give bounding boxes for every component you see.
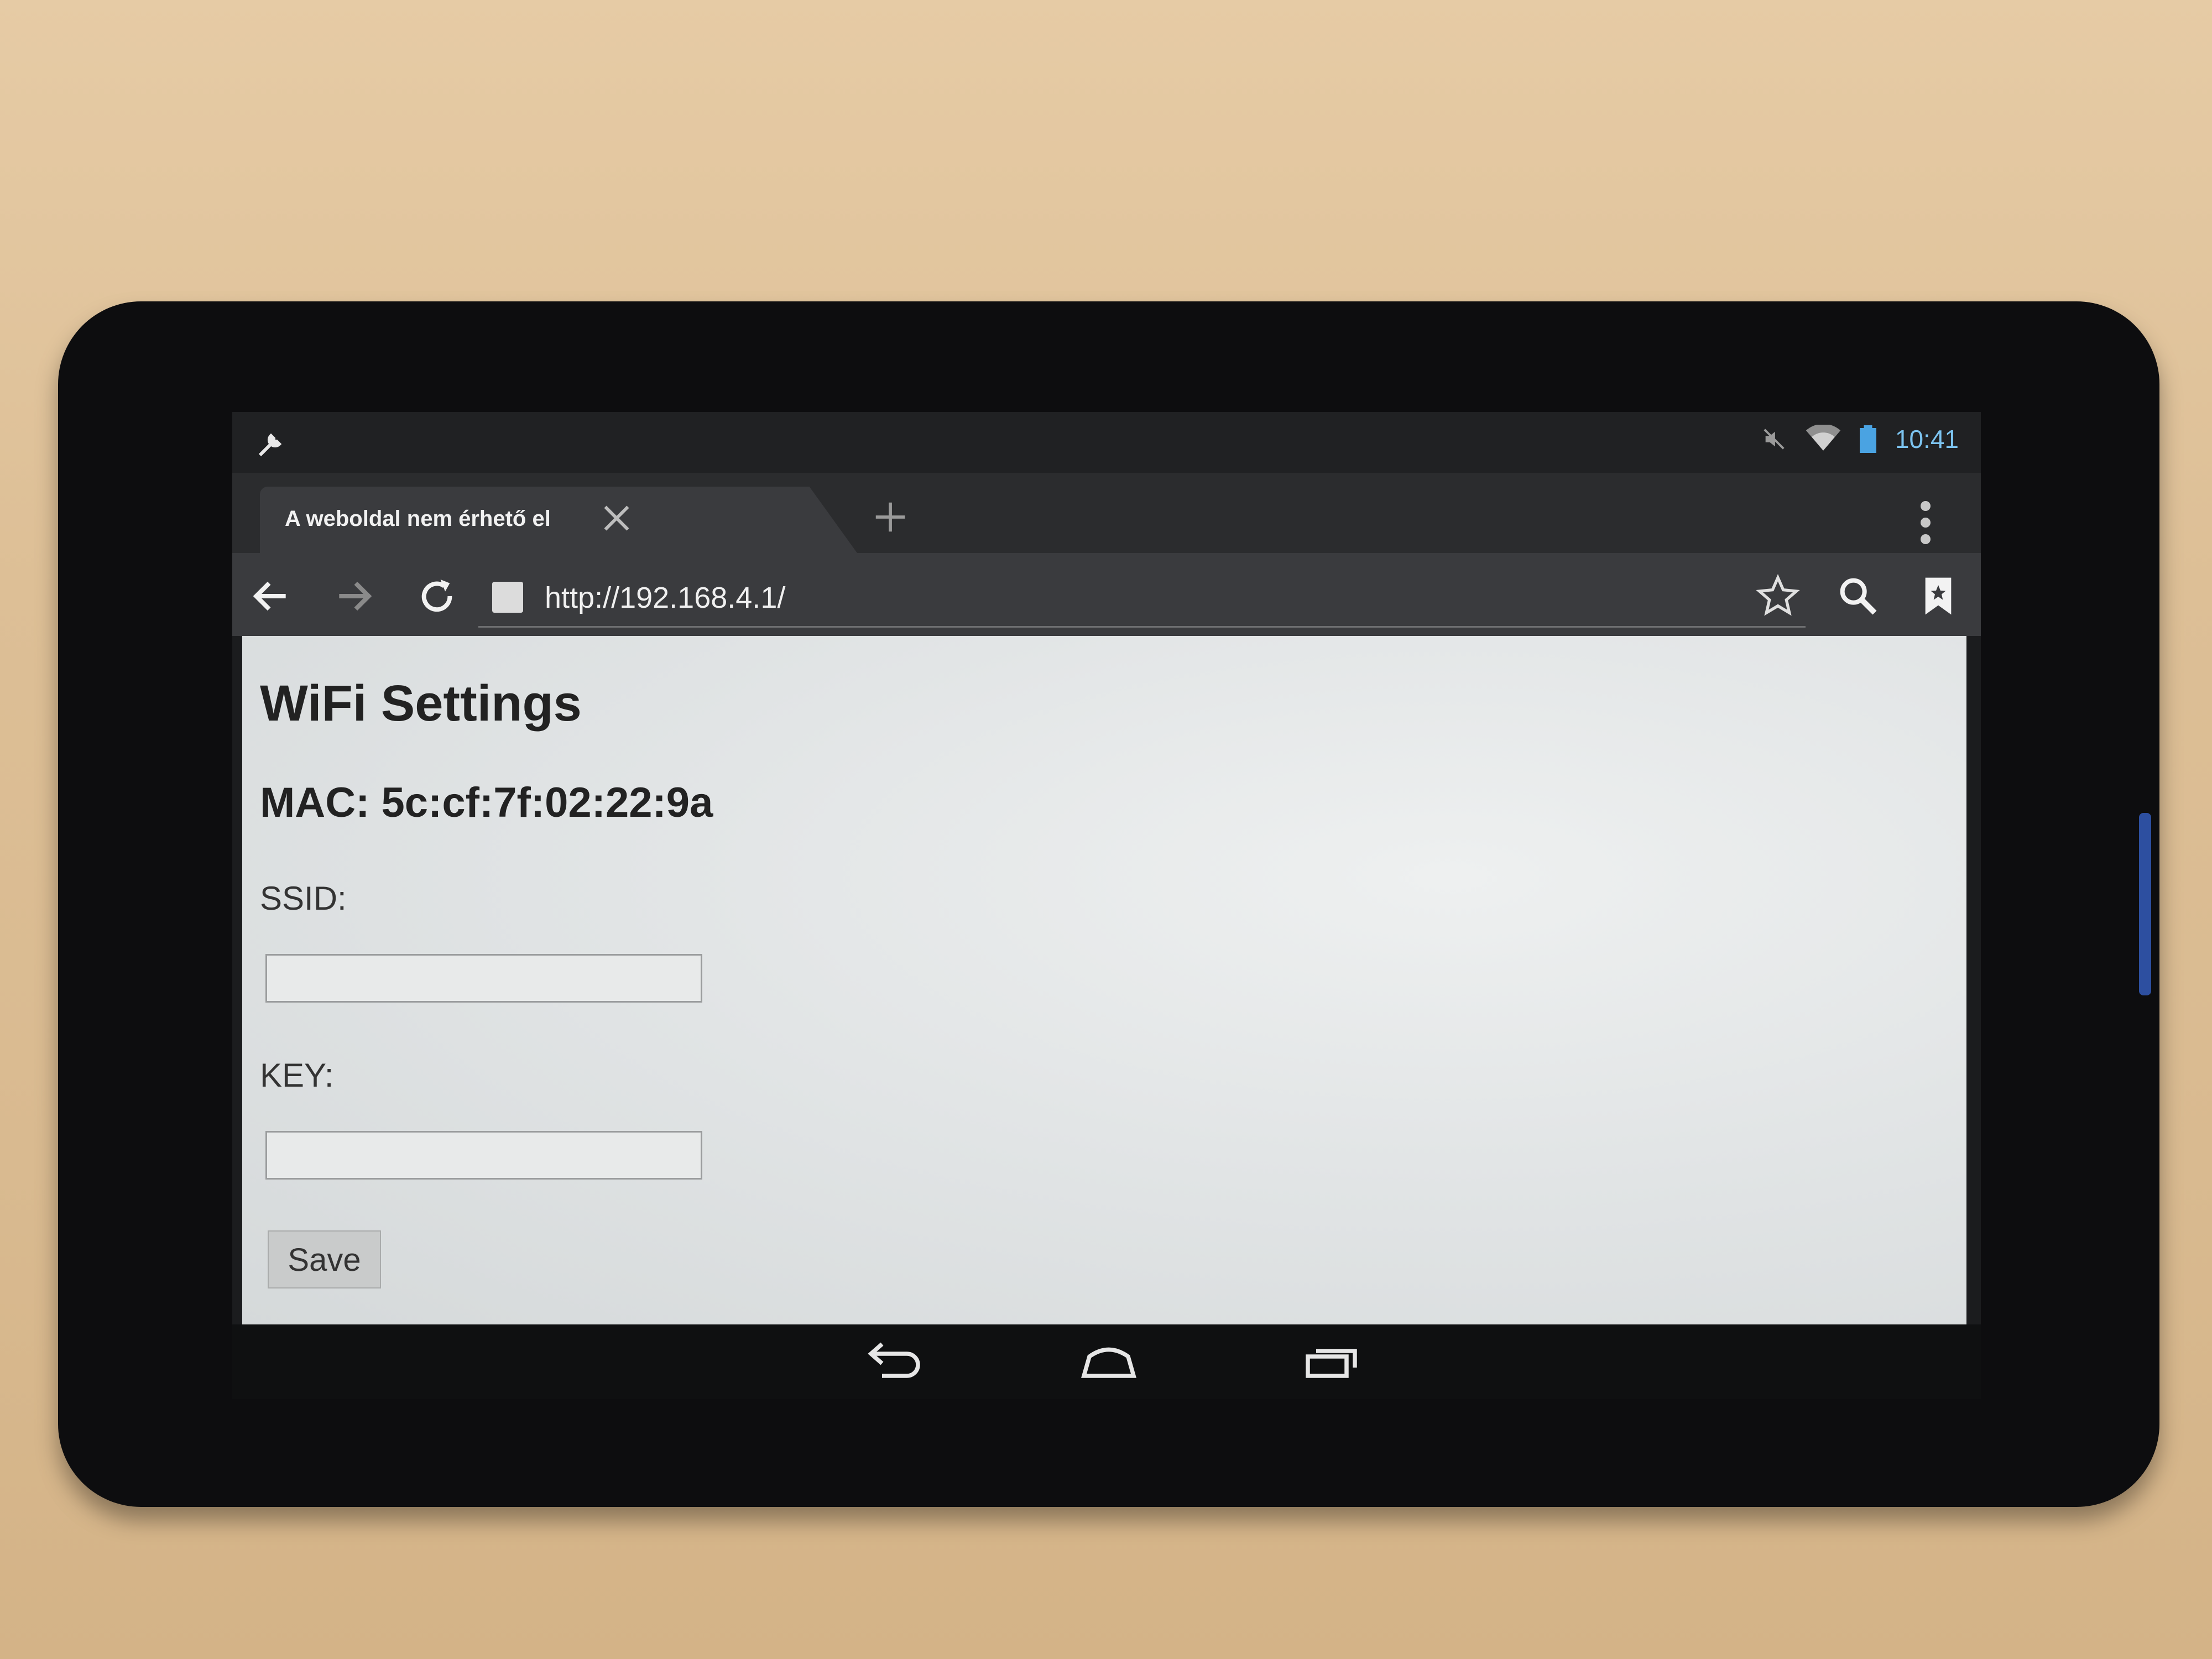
status-clock: 10:41 — [1895, 425, 1959, 453]
new-tab-icon[interactable] — [871, 498, 910, 536]
mac-address: MAC: 5c:cf:7f:02:22:9a — [260, 779, 713, 826]
menu-overflow-icon[interactable] — [1917, 498, 1934, 547]
browser-toolbar: http://192.168.4.1/ — [232, 553, 1981, 636]
battery-icon — [1859, 425, 1876, 453]
mute-icon — [1764, 429, 1785, 450]
key-label: KEY: — [260, 1057, 334, 1094]
status-bar: 10:41 — [232, 412, 1981, 473]
navigation-bar — [232, 1324, 1981, 1399]
tab-title: A weboldal nem érhető el — [285, 507, 551, 531]
status-icons: 10:41 — [1761, 424, 1959, 454]
tablet-screen: 10:41 A weboldal nem érhető el http://19… — [232, 412, 1981, 1399]
tab-strip: A weboldal nem érhető el — [232, 473, 1981, 553]
close-tab-icon[interactable] — [597, 499, 636, 538]
page-title: WiFi Settings — [260, 675, 582, 732]
url-text[interactable]: http://192.168.4.1/ — [545, 581, 785, 615]
bookmarks-icon[interactable] — [1916, 574, 1960, 618]
recents-nav-icon[interactable] — [1300, 1340, 1360, 1384]
reload-icon[interactable] — [415, 574, 459, 618]
status-left — [254, 427, 288, 463]
volume-button — [2139, 813, 2151, 995]
ssid-label: SSID: — [260, 880, 347, 917]
star-icon[interactable] — [1756, 574, 1800, 618]
ssid-input[interactable] — [265, 954, 702, 1003]
save-button[interactable]: Save — [268, 1230, 381, 1288]
address-bar[interactable]: http://192.168.4.1/ — [478, 565, 1806, 628]
wifi-icon — [1806, 425, 1841, 451]
key-input[interactable] — [265, 1131, 702, 1180]
web-page: WiFi Settings MAC: 5c:cf:7f:02:22:9a SSI… — [242, 636, 1966, 1324]
forward-icon[interactable] — [332, 574, 376, 618]
browser-tab[interactable]: A weboldal nem érhető el — [260, 487, 857, 553]
home-nav-icon[interactable] — [1078, 1340, 1139, 1384]
wrench-icon — [258, 433, 282, 457]
search-icon[interactable] — [1836, 574, 1880, 618]
site-info-icon[interactable] — [492, 582, 523, 613]
back-nav-icon[interactable] — [863, 1340, 924, 1384]
back-icon[interactable] — [249, 574, 293, 618]
